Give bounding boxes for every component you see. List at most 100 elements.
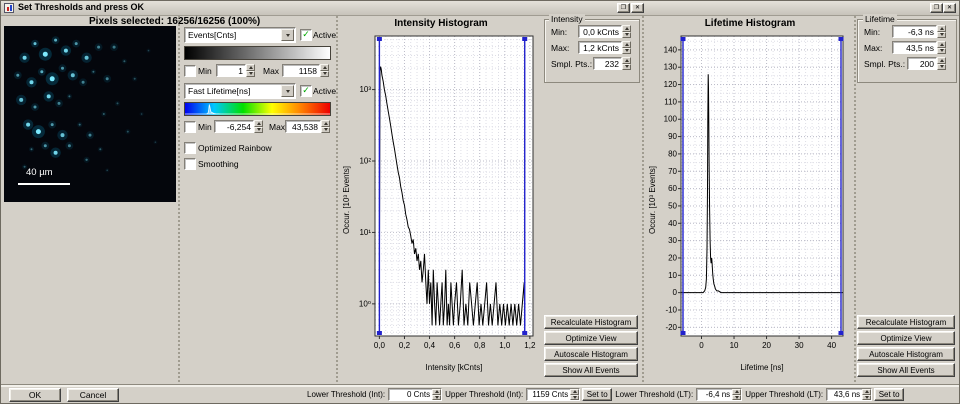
lifetime-upper-threshold-handle-bottom[interactable] xyxy=(839,331,844,335)
intensity-max-setting-spinner[interactable] xyxy=(622,41,631,54)
lifetime-max-setting-field[interactable]: 43,5 ns xyxy=(892,41,937,54)
spinner-down-button[interactable] xyxy=(432,395,441,401)
dropdown-arrow-icon[interactable] xyxy=(281,29,294,41)
spinner-down-button[interactable] xyxy=(246,71,255,78)
lower-threshold-lt-value: -6,4 ns xyxy=(697,389,732,400)
cancel-button[interactable]: Cancel xyxy=(67,388,119,402)
intensity-smpl-pts-field[interactable]: 232 xyxy=(593,57,622,70)
spinner-down-button[interactable] xyxy=(320,71,329,78)
cell-dot xyxy=(58,102,61,105)
intensity-smpl-pts-spinner[interactable] xyxy=(622,57,631,70)
cell-image[interactable]: 40 µm xyxy=(4,26,176,202)
intensity-panel-close-button[interactable]: ✕ xyxy=(631,3,644,13)
lifetime-min-field[interactable]: -6,254 xyxy=(214,120,254,133)
intensity-min-setting-spinner[interactable] xyxy=(622,25,631,38)
cell-dot xyxy=(61,67,64,70)
ok-button[interactable]: OK xyxy=(9,388,61,402)
spinner-down-button[interactable] xyxy=(937,32,946,39)
spinner-down-button[interactable] xyxy=(622,48,631,55)
window-titlebar[interactable]: Set Thresholds and press OK ❐ ✕ ❐ ✕ xyxy=(1,1,959,16)
lifetime-max-spinner[interactable] xyxy=(321,120,330,133)
spinner-down-button[interactable] xyxy=(622,64,631,71)
lifetime-smpl-pts-field[interactable]: 200 xyxy=(907,57,937,70)
lower-threshold-int-label: Lower Threshold (Int): xyxy=(306,390,386,399)
lifetime-active-checkbox[interactable]: ✓ xyxy=(300,85,312,97)
intensity-channel-dropdown-value: Events[Cnts] xyxy=(188,29,236,42)
rainbow-distribution-curve xyxy=(185,105,330,114)
intensity-optimize-view-button[interactable]: Optimize View xyxy=(544,331,638,345)
intensity-max-field[interactable]: 1158 xyxy=(282,64,320,77)
spinner-down-button[interactable] xyxy=(254,127,263,134)
lifetime-min-setting-spinner[interactable] xyxy=(937,25,946,38)
window-maximize-button[interactable]: ❐ xyxy=(930,3,943,13)
intensity-max-spinner[interactable] xyxy=(320,64,329,77)
lifetime-channel-dropdown[interactable]: Fast Lifetime[ns] xyxy=(184,83,296,99)
lifetime-optimize-view-button[interactable]: Optimize View xyxy=(857,331,955,345)
dropdown-arrow-icon[interactable] xyxy=(281,85,294,97)
lower-threshold-int-field[interactable]: 0 Cnts xyxy=(388,388,442,401)
lifetime-lower-threshold-handle-bottom[interactable] xyxy=(681,331,686,335)
cell-dot xyxy=(54,39,57,42)
intensity-channel-dropdown[interactable]: Events[Cnts] xyxy=(184,27,296,43)
lifetime-smpl-pts-spinner[interactable] xyxy=(937,57,946,70)
intensity-min-label: Min xyxy=(198,66,212,76)
intensity-panel-maximize-button[interactable]: ❐ xyxy=(617,3,630,13)
intensity-colormap-gradient xyxy=(184,46,331,60)
lifetime-max-field[interactable]: 43,538 xyxy=(285,120,321,133)
splitter-intensity-lifetime[interactable] xyxy=(641,15,646,384)
intensity-show-all-events-button[interactable]: Show All Events xyxy=(544,363,638,377)
lower-threshold-int-spinner[interactable] xyxy=(432,389,441,400)
intensity-min-field[interactable]: 1 xyxy=(216,64,246,77)
lifetime-show-all-events-button[interactable]: Show All Events xyxy=(857,363,955,377)
lifetime-ytick-label: 130 xyxy=(664,63,678,72)
intensity-upper-threshold-handle-bottom[interactable] xyxy=(522,331,527,335)
upper-threshold-int-field[interactable]: 1159 Cnts xyxy=(526,388,580,401)
cell-dot xyxy=(85,56,89,60)
intensity-histogram-canvas[interactable]: 0,00,20,40,60,81,01,210⁰10¹10²10³ xyxy=(351,30,541,360)
intensity-min-setting-field[interactable]: 0,0 kCnts xyxy=(578,25,622,38)
lifetime-lower-threshold-handle-top[interactable] xyxy=(681,37,686,41)
intensity-min-spinner[interactable] xyxy=(246,64,255,77)
lifetime-upper-threshold-handle-top[interactable] xyxy=(839,37,844,41)
cell-dot xyxy=(148,50,150,52)
lifetime-recalculate-histogram-button[interactable]: Recalculate Histogram xyxy=(857,315,955,329)
intensity-lower-threshold-handle-top[interactable] xyxy=(377,37,382,41)
splitter-image-controls[interactable] xyxy=(177,15,182,384)
optimized-rainbow-checkbox[interactable] xyxy=(184,142,196,154)
upper-threshold-lt-field[interactable]: 43,6 ns xyxy=(826,388,872,401)
smoothing-checkbox[interactable] xyxy=(184,158,196,170)
lifetime-min-setting-field[interactable]: -6,3 ns xyxy=(892,25,937,38)
intensity-min-checkbox[interactable] xyxy=(184,65,196,77)
spinner-down-button[interactable] xyxy=(862,395,871,401)
upper-threshold-lt-spinner[interactable] xyxy=(862,389,871,400)
intensity-lower-threshold-handle-bottom[interactable] xyxy=(377,331,382,335)
spinner-down-button[interactable] xyxy=(937,48,946,55)
set-to-lt-button[interactable]: Set to xyxy=(874,388,904,401)
intensity-upper-threshold-handle-top[interactable] xyxy=(522,37,527,41)
lower-threshold-lt-field[interactable]: -6,4 ns xyxy=(696,388,742,401)
lifetime-max-setting-spinner[interactable] xyxy=(937,41,946,54)
spinner-down-button[interactable] xyxy=(732,395,741,401)
upper-threshold-int-spinner[interactable] xyxy=(570,389,579,400)
intensity-xtick-label: 0,6 xyxy=(449,341,461,350)
window-close-button[interactable]: ✕ xyxy=(943,3,956,13)
spinner-down-button[interactable] xyxy=(622,32,631,39)
intensity-xtick-label: 0,0 xyxy=(374,341,386,350)
intensity-histogram-title: Intensity Histogram xyxy=(339,18,543,29)
intensity-recalculate-histogram-button[interactable]: Recalculate Histogram xyxy=(544,315,638,329)
spinner-down-button[interactable] xyxy=(937,64,946,71)
cell-dot xyxy=(30,80,34,84)
spinner-down-button[interactable] xyxy=(321,127,330,134)
lower-threshold-lt-spinner[interactable] xyxy=(732,389,741,400)
spinner-down-button[interactable] xyxy=(570,395,579,401)
intensity-ytick-label: 10⁰ xyxy=(359,299,371,308)
lifetime-histogram-canvas[interactable]: 010203040-20-100102030405060708090100110… xyxy=(655,30,851,360)
intensity-active-checkbox[interactable]: ✓ xyxy=(300,29,312,41)
lifetime-min-checkbox[interactable] xyxy=(184,121,196,133)
lifetime-autoscale-histogram-button[interactable]: Autoscale Histogram xyxy=(857,347,955,361)
intensity-autoscale-histogram-button[interactable]: Autoscale Histogram xyxy=(544,347,638,361)
set-to-int-button[interactable]: Set to xyxy=(582,388,612,401)
lifetime-min-spinner[interactable] xyxy=(254,120,263,133)
intensity-max-setting-field[interactable]: 1,2 kCnts xyxy=(578,41,622,54)
cell-dot xyxy=(31,148,33,150)
